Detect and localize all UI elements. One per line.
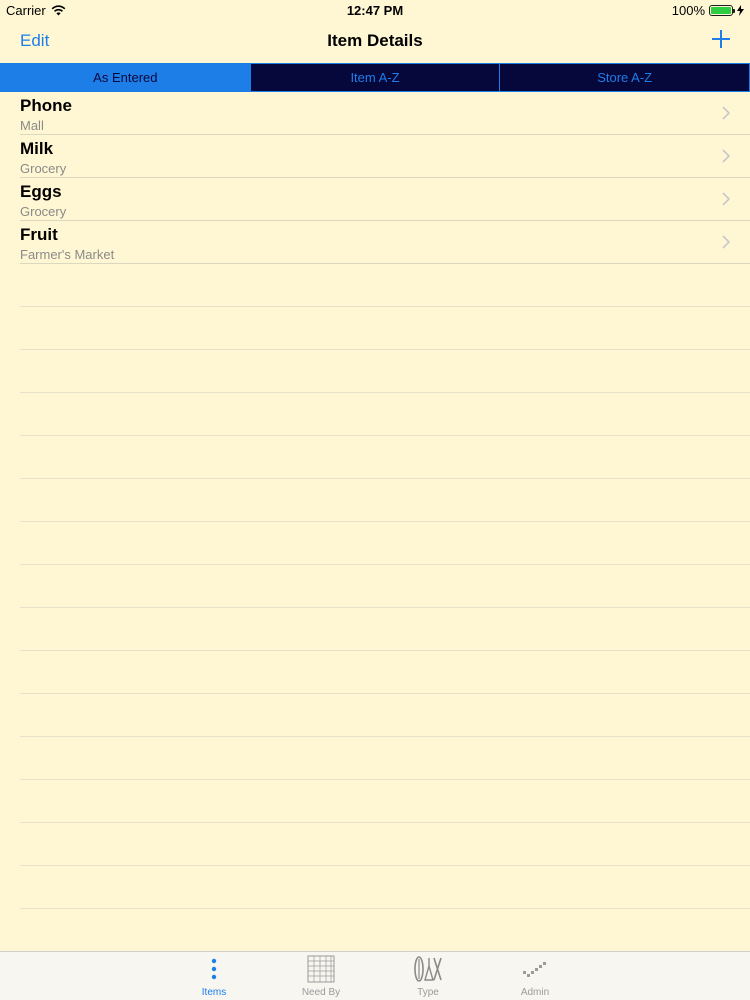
tab-bar: Items Need By Type Admin	[0, 951, 750, 1000]
tab-label: Need By	[301, 987, 341, 998]
item-name: Eggs	[20, 182, 62, 201]
empty-row	[20, 436, 750, 479]
list-item[interactable]: Eggs Grocery	[20, 178, 750, 221]
charging-bolt-icon	[737, 5, 744, 16]
tab-type[interactable]: Type	[393, 954, 463, 1000]
empty-row	[20, 608, 750, 651]
sort-segmented-control: As Entered Item A-Z Store A-Z	[0, 63, 750, 92]
item-store: Farmer's Market	[20, 247, 115, 262]
empty-row	[20, 350, 750, 393]
dots-vertical-icon	[199, 954, 229, 984]
chevron-right-icon	[722, 235, 730, 249]
checkmark-icon	[520, 954, 550, 984]
item-store: Grocery	[20, 161, 67, 176]
empty-row	[20, 780, 750, 823]
item-name: Phone	[20, 96, 72, 115]
list-item[interactable]: Phone Mall	[20, 92, 750, 135]
empty-row	[20, 393, 750, 436]
utensils-icon	[413, 954, 443, 984]
empty-row	[20, 264, 750, 307]
empty-row	[20, 522, 750, 565]
battery-percent: 100%	[671, 3, 705, 18]
tab-label: Type	[417, 987, 439, 998]
segment-store-a-z[interactable]: Store A-Z	[500, 64, 750, 91]
tab-need-by[interactable]: Need By	[286, 954, 356, 1000]
battery-tip	[733, 9, 735, 13]
item-store: Grocery	[20, 204, 67, 219]
empty-row	[20, 909, 750, 952]
item-store: Mall	[20, 118, 44, 133]
status-right: 100%	[672, 3, 744, 18]
empty-row	[20, 307, 750, 350]
empty-row	[20, 823, 750, 866]
battery-fill	[711, 7, 731, 14]
tab-label: Admin	[520, 987, 550, 998]
page-title: Item Details	[327, 31, 423, 50]
chevron-right-icon	[722, 106, 730, 120]
item-name: Milk	[20, 139, 54, 158]
empty-row	[20, 479, 750, 522]
chevron-right-icon	[722, 149, 730, 163]
chevron-right-icon	[722, 192, 730, 206]
items-list: Phone Mall Milk Grocery Eggs Grocery Fru…	[0, 92, 750, 952]
navigation-bar: Edit Item Details	[0, 22, 750, 62]
empty-row	[20, 565, 750, 608]
tab-label: Items	[201, 987, 227, 998]
status-time: 12:47 PM	[346, 3, 404, 18]
empty-row	[20, 866, 750, 909]
item-name: Fruit	[20, 225, 58, 244]
empty-row	[20, 737, 750, 780]
status-bar: Carrier 12:47 PM 100%	[0, 0, 750, 22]
list-item[interactable]: Milk Grocery	[20, 135, 750, 178]
empty-row	[20, 694, 750, 737]
battery-icon	[709, 5, 735, 16]
calendar-grid-icon	[306, 954, 336, 984]
plus-icon[interactable]	[710, 28, 732, 50]
tab-items[interactable]: Items	[179, 954, 249, 1000]
empty-row	[20, 651, 750, 694]
list-item[interactable]: Fruit Farmer's Market	[20, 221, 750, 264]
segment-as-entered[interactable]: As Entered	[1, 64, 251, 91]
tab-admin[interactable]: Admin	[500, 954, 570, 1000]
segment-item-a-z[interactable]: Item A-Z	[250, 64, 501, 91]
